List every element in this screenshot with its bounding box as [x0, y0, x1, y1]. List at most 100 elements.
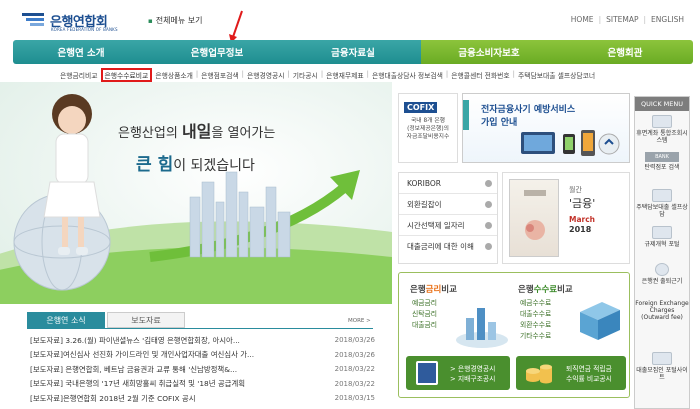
news-date: 2018/03/15: [334, 394, 375, 403]
person-icon: [652, 352, 672, 365]
list-item-label: 대출금리에 대한 이해: [407, 242, 474, 251]
house-icon: [652, 189, 672, 202]
home-link[interactable]: HOME: [571, 15, 594, 24]
quick-item-label: 규제개혁 포털: [644, 241, 680, 248]
nav-item-consumer-protection[interactable]: 금융소비자보호: [421, 40, 557, 64]
list-item[interactable]: [보도자료] 3.26.(월) 파이낸셜뉴스 '김태영 은행연합회장, 아시아.…: [30, 333, 375, 348]
list-item-label: 시간선택제 일자리: [407, 220, 465, 230]
nav-item-bank-hall[interactable]: 은행회관: [557, 40, 693, 64]
management-disclosure-link[interactable]: > 은행경영공시: [450, 364, 495, 374]
rate-link-loan[interactable]: 대출금리: [412, 320, 437, 331]
clock-icon: [655, 263, 669, 276]
nav-item-finance-data[interactable]: 금융자료실: [285, 40, 421, 64]
fraud-prevention-banner[interactable]: 전자금융사기 예방서비스 가입 안내: [462, 93, 630, 163]
banner-accent-icon: [463, 100, 469, 130]
fee-link-deposit[interactable]: 예금수수료: [520, 298, 551, 309]
list-item[interactable]: [보도자료]여신심사 선진화 가이드라인 및 개인사업자대출 여신심사 가...…: [30, 348, 375, 363]
rate-link-trust[interactable]: 신탁금리: [412, 309, 437, 320]
tab-bank-news[interactable]: 은행연 소식: [27, 312, 105, 328]
magazine-label: 월간: [569, 186, 582, 194]
subnav-item-management-disclosure[interactable]: 은행경영공시: [247, 70, 285, 82]
quick-item-flexible-branch[interactable]: BANK 탄력점포 검색: [635, 148, 689, 185]
fee-link-fx[interactable]: 외환수수료: [520, 320, 551, 331]
quick-item-dormant-account[interactable]: 휴면계좌 통합조회시스템: [635, 111, 689, 148]
quick-item-commute-time[interactable]: 은행권 출퇴근기: [635, 259, 689, 296]
sitemap-link[interactable]: SITEMAP: [606, 15, 638, 24]
button-label: 퇴직연금 적립금: [566, 365, 612, 373]
cofix-logo: COFIX: [404, 102, 438, 113]
button-label: 수익률 비교공시: [566, 375, 612, 383]
hero-illustration: [0, 94, 392, 304]
hero-banner[interactable]: [0, 82, 392, 304]
news-title[interactable]: [보도자료]여신심사 선진화 가이드라인 및 개인사업자대출 여신심사 가...: [30, 349, 320, 360]
nav-item-about[interactable]: 은행연 소개: [13, 40, 149, 64]
hero-text-emphasis: 힘: [157, 155, 174, 175]
list-item-loan-rate-guide[interactable]: 대출금리에 대한 이해: [399, 236, 497, 257]
quick-item-loan-agent-portal[interactable]: 대출모집인 포털사이트: [635, 348, 689, 385]
fee-link-other[interactable]: 기타수수료: [520, 331, 551, 342]
disclosure-links: > 은행경영공시 > 지배구조공시: [450, 364, 495, 384]
news-date: 2018/03/26: [334, 350, 375, 359]
news-list: [보도자료] 3.26.(월) 파이낸셜뉴스 '김태영 은행연합회장, 아시아.…: [30, 333, 375, 406]
separator: |: [598, 15, 602, 24]
chevron-circle-icon: [485, 243, 492, 250]
governance-disclosure-link[interactable]: > 지배구조공시: [450, 374, 495, 384]
rate-link-deposit[interactable]: 예금금리: [412, 298, 437, 309]
cofix-banner[interactable]: COFIX 국내 8개 은행 (정보제공은행)의 자금조달비용지수: [398, 93, 458, 163]
news-title[interactable]: [보도자료] 3.26.(월) 파이낸셜뉴스 '김태영 은행연합회장, 아시아.…: [30, 335, 320, 346]
magazine-month: March: [569, 215, 596, 224]
title-text: 은행: [410, 285, 426, 295]
quick-item-fx-charges[interactable]: Foreign Exchange Charges (Outward fee): [635, 296, 689, 348]
nav-item-banking-info[interactable]: 은행업무정보: [149, 40, 285, 64]
monthly-magazine[interactable]: 월간 '금융' March 2018: [502, 172, 630, 264]
logo-subtitle: KOREA FEDERATION OF BANKS: [51, 27, 118, 32]
cofix-description: 국내 8개 은행 (정보제공은행)의 자금조달비용지수: [399, 117, 457, 141]
subnav-item-other-disclosure[interactable]: 기타공시: [293, 70, 318, 82]
chevron-circle-icon: [485, 221, 492, 229]
title-text: 비교: [557, 285, 573, 295]
devices-icon: [521, 130, 620, 156]
subnav-item-loan-agent-search[interactable]: 은행대출상담사 정보검색: [372, 70, 443, 82]
list-item-part-time-job[interactable]: 시간선택제 일자리: [399, 215, 497, 236]
quick-item-regulation-portal[interactable]: 규제개혁 포털: [635, 222, 689, 259]
list-item-koribor[interactable]: KORIBOR: [399, 173, 497, 194]
english-link[interactable]: ENGLISH: [651, 15, 684, 24]
news-title[interactable]: [보도자료]은행연합회 2018년 2월 기준 COFIX 공시: [30, 393, 320, 404]
news-title[interactable]: [보도자료] 은행연합회, 베트남 금융권과 교류 통해 '신남방정책&...: [30, 364, 320, 375]
news-date: 2018/03/22: [334, 379, 375, 388]
fee-compare-title[interactable]: 은행수수료비교: [518, 283, 573, 295]
tab-press-release[interactable]: 보도자료: [107, 312, 185, 328]
subnav-item-products[interactable]: 은행상품소개: [155, 70, 193, 82]
subnav-item-rate-compare[interactable]: 은행금리비교: [60, 70, 98, 82]
subnav-item-mortgage-self[interactable]: 주택담보대출 셀프상담코너: [518, 70, 595, 82]
disclosure-button[interactable]: > 은행경영공시 > 지배구조공시: [406, 356, 510, 390]
all-menu-link[interactable]: 전체메뉴 보기: [148, 15, 203, 26]
subnav-item-fee-compare[interactable]: 은행수수료비교: [100, 68, 153, 82]
list-item-fx-guide[interactable]: 외환길잡이: [399, 194, 497, 215]
subnav-item-financial-statements[interactable]: 은행재무제표: [326, 70, 364, 82]
subnav-item-call-center[interactable]: 은행콜센터 전화번호: [451, 70, 509, 82]
list-item[interactable]: [보도자료] 은행연합회, 베트남 금융권과 교류 통해 '신남방정책&... 2…: [30, 362, 375, 377]
divider: [27, 328, 373, 329]
coins-icon: [526, 364, 552, 384]
news-date: 2018/03/22: [334, 365, 375, 374]
pension-compare-button[interactable]: 퇴직연금 적립금 수익률 비교공시: [516, 356, 626, 390]
hero-headline-1: 은행산업의 내일을 열어가는: [118, 118, 275, 142]
info-link-list: KORIBOR 외환길잡이 시간선택제 일자리 대출금리에 대한 이해: [398, 172, 498, 264]
list-item[interactable]: [보도자료] 국내은행의 '17년 새희망홀씨 취급실적 및 '18년 공급계획…: [30, 377, 375, 392]
quick-item-mortgage-self[interactable]: 주택담보대출 셀프상담: [635, 185, 689, 222]
pension-compare-text: 퇴직연금 적립금 수익률 비교공시: [566, 364, 612, 384]
logo[interactable]: 은행연합회 KOREA FEDERATION OF BANKS: [20, 8, 130, 32]
rate-compare-title[interactable]: 은행금리비교: [410, 283, 457, 295]
news-more-link[interactable]: MORE >: [348, 318, 371, 324]
magazine-cover-art: [524, 190, 546, 240]
fee-link-loan[interactable]: 대출수수료: [520, 309, 551, 320]
quick-item-label: 탄력점포 검색: [644, 164, 680, 171]
separator: |: [643, 15, 647, 24]
subnav-item-branch-search[interactable]: 은행점포검색: [201, 70, 239, 82]
news-title[interactable]: [보도자료] 국내은행의 '17년 새희망홀씨 취급실적 및 '18년 공급계획: [30, 378, 320, 389]
sub-nav: 은행금리비교 은행수수료비교 은행상품소개 | 은행점포검색 | 은행경영공시 | 기…: [60, 68, 596, 82]
list-item[interactable]: [보도자료]은행연합회 2018년 2월 기준 COFIX 공시 2018/03/…: [30, 391, 375, 406]
hero-text-emphasis: 큰: [136, 155, 152, 175]
news-tabs: 은행연 소식 보도자료: [27, 312, 185, 328]
